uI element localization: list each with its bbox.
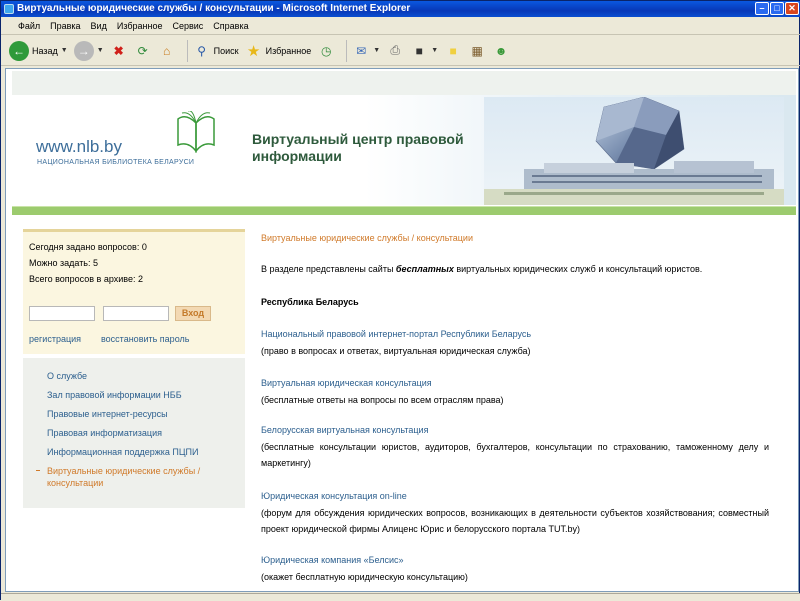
home-button[interactable]: ⌂ bbox=[158, 42, 176, 60]
resource-link-5[interactable]: Юридическая компания «Белсис» bbox=[261, 555, 404, 565]
logo-subtitle: НАЦИОНАЛЬНАЯ БИБЛИОТЕКА БЕЛАРУСИ bbox=[37, 159, 195, 166]
banner-top-strip bbox=[12, 71, 796, 95]
intro-after: виртуальных юридических служб и консульт… bbox=[453, 264, 703, 274]
messenger-button[interactable]: ☻ bbox=[492, 42, 510, 60]
chevron-down-icon[interactable]: ▼ bbox=[373, 47, 380, 54]
ie-icon bbox=[4, 4, 14, 14]
section-title: Республика Беларусь bbox=[261, 297, 359, 307]
can-ask-text: Можно задать: 5 bbox=[29, 258, 99, 268]
active-bullet-icon bbox=[36, 470, 40, 471]
mail-icon: ✉ bbox=[356, 43, 367, 58]
resource-link-1[interactable]: Национальный правовой интернет-портал Ре… bbox=[261, 329, 531, 339]
notes-button[interactable]: ■ bbox=[444, 42, 462, 60]
back-button[interactable]: ← Назад ▼ bbox=[9, 40, 68, 61]
title-bar: Виртуальные юридические службы / консуль… bbox=[1, 1, 800, 17]
chevron-down-icon[interactable]: ▼ bbox=[431, 47, 438, 54]
logo-url[interactable]: www.nlb.by bbox=[36, 137, 122, 157]
mail-button[interactable]: ✉ ▼ bbox=[352, 42, 380, 60]
resource-link-3[interactable]: Белорусская виртуальная консультация bbox=[261, 425, 428, 435]
sidebar-nav: О службе Зал правовой информации НББ Пра… bbox=[23, 358, 245, 508]
toolbar-separator bbox=[346, 39, 348, 62]
menu-view[interactable]: Вид bbox=[86, 18, 112, 34]
printer-icon: ⎙ bbox=[390, 43, 400, 57]
print-button[interactable]: ⎙ bbox=[386, 42, 404, 60]
book-logo-icon bbox=[177, 111, 215, 154]
archive-total-text: Всего вопросов в архиве: 2 bbox=[29, 274, 143, 284]
chevron-down-icon[interactable]: ▼ bbox=[97, 47, 104, 54]
resource-desc-1: (право в вопросах и ответах, виртуальная… bbox=[261, 346, 531, 356]
history-button[interactable]: ◷ bbox=[317, 42, 335, 60]
home-icon: ⌂ bbox=[163, 43, 171, 58]
close-button[interactable]: ✕ bbox=[785, 2, 799, 15]
favorites-label: Избранное bbox=[265, 45, 312, 56]
resource-link-2[interactable]: Виртуальная юридическая консультация bbox=[261, 378, 432, 388]
login-field[interactable] bbox=[29, 306, 95, 321]
sidebar-item-legal-hall[interactable]: Зал правовой информации НББ bbox=[47, 389, 182, 401]
page-heading: Виртуальные юридические службы / консуль… bbox=[261, 233, 473, 243]
back-arrow-icon: ← bbox=[9, 40, 29, 61]
search-button[interactable]: ⚲ Поиск bbox=[193, 42, 239, 60]
sidebar-item-legal-informatization[interactable]: Правовая информатизация bbox=[47, 427, 162, 439]
sidebar-item-info-support[interactable]: Информационная поддержка ПЦПИ bbox=[47, 446, 198, 458]
toolbar-separator bbox=[186, 39, 188, 62]
messenger-icon: ☻ bbox=[494, 43, 508, 58]
edit-button[interactable]: ■ ▼ bbox=[410, 42, 439, 60]
menu-favorites[interactable]: Избранное bbox=[112, 18, 168, 34]
menu-file[interactable]: Файл bbox=[13, 18, 45, 34]
asked-today-text: Сегодня задано вопросов: 0 bbox=[29, 242, 147, 252]
intro-before: В разделе представлены сайты bbox=[261, 264, 396, 274]
favorites-button[interactable]: ★ Избранное bbox=[245, 42, 312, 60]
resource-desc-2: (бесплатные ответы на вопросы по всем от… bbox=[261, 395, 504, 405]
menu-tools[interactable]: Сервис bbox=[167, 18, 208, 34]
menu-edit[interactable]: Правка bbox=[45, 18, 85, 34]
research-button[interactable]: ▦ bbox=[468, 42, 486, 60]
history-icon: ◷ bbox=[321, 43, 332, 58]
sidebar-item-virtual-services[interactable]: Виртуальные юридические службы / консуль… bbox=[47, 465, 227, 489]
resource-link-4[interactable]: Юридическая консультация on-line bbox=[261, 491, 407, 501]
toolbar: ← Назад ▼ → ▼ ✖ ⟳ ⌂ ⚲ Поиск ★ Избранное … bbox=[1, 36, 800, 66]
resource-desc-4: (форум для обсуждения юридических вопрос… bbox=[261, 508, 769, 534]
edit-icon: ■ bbox=[415, 43, 423, 58]
sidebar-item-legal-resources[interactable]: Правовые интернет-ресурсы bbox=[47, 408, 168, 420]
menu-bar: Файл Правка Вид Избранное Сервис Справка bbox=[1, 18, 800, 35]
resource-desc-3: (бесплатные консультации юристов, аудито… bbox=[261, 442, 769, 468]
register-link[interactable]: регистрация bbox=[29, 334, 81, 344]
site-title: Виртуальный центр правовой информации bbox=[252, 131, 464, 164]
browser-window: Виртуальные юридические службы / консуль… bbox=[0, 0, 800, 601]
minimize-button[interactable]: – bbox=[755, 2, 769, 15]
maximize-button[interactable]: □ bbox=[770, 2, 784, 15]
page-content: www.nlb.by НАЦИОНАЛЬНАЯ БИБЛИОТЕКА БЕЛАР… bbox=[5, 68, 799, 592]
window-title: Виртуальные юридические службы / консуль… bbox=[17, 3, 411, 14]
login-button[interactable]: Вход bbox=[175, 306, 211, 321]
library-building-image bbox=[484, 97, 784, 205]
stop-icon: ✖ bbox=[113, 43, 124, 58]
chevron-down-icon[interactable]: ▼ bbox=[61, 47, 68, 54]
resource-desc-5: (окажет бесплатную юридическую консульта… bbox=[261, 572, 468, 582]
star-icon: ★ bbox=[246, 42, 261, 60]
restore-password-link[interactable]: восстановить пароль bbox=[101, 334, 189, 344]
note-icon: ■ bbox=[449, 43, 457, 58]
intro-emphasis: бесплатных bbox=[395, 264, 454, 274]
research-icon: ▦ bbox=[471, 43, 483, 58]
menu-help[interactable]: Справка bbox=[208, 18, 253, 34]
sidebar-item-about[interactable]: О службе bbox=[47, 370, 87, 382]
user-stats-panel: Сегодня задано вопросов: 0 Можно задать:… bbox=[23, 229, 245, 354]
intro-text: В разделе представлены сайты бесплатных … bbox=[261, 261, 769, 277]
refresh-button[interactable]: ⟳ bbox=[134, 42, 152, 60]
search-icon: ⚲ bbox=[197, 43, 207, 58]
search-label: Поиск bbox=[213, 45, 239, 56]
password-field[interactable] bbox=[103, 306, 169, 321]
back-label: Назад bbox=[32, 45, 58, 56]
header-green-bar bbox=[12, 206, 796, 215]
forward-arrow-icon: → bbox=[73, 40, 94, 61]
refresh-icon: ⟳ bbox=[137, 43, 148, 58]
stop-button[interactable]: ✖ bbox=[110, 42, 128, 60]
forward-button[interactable]: → ▼ bbox=[73, 40, 104, 61]
